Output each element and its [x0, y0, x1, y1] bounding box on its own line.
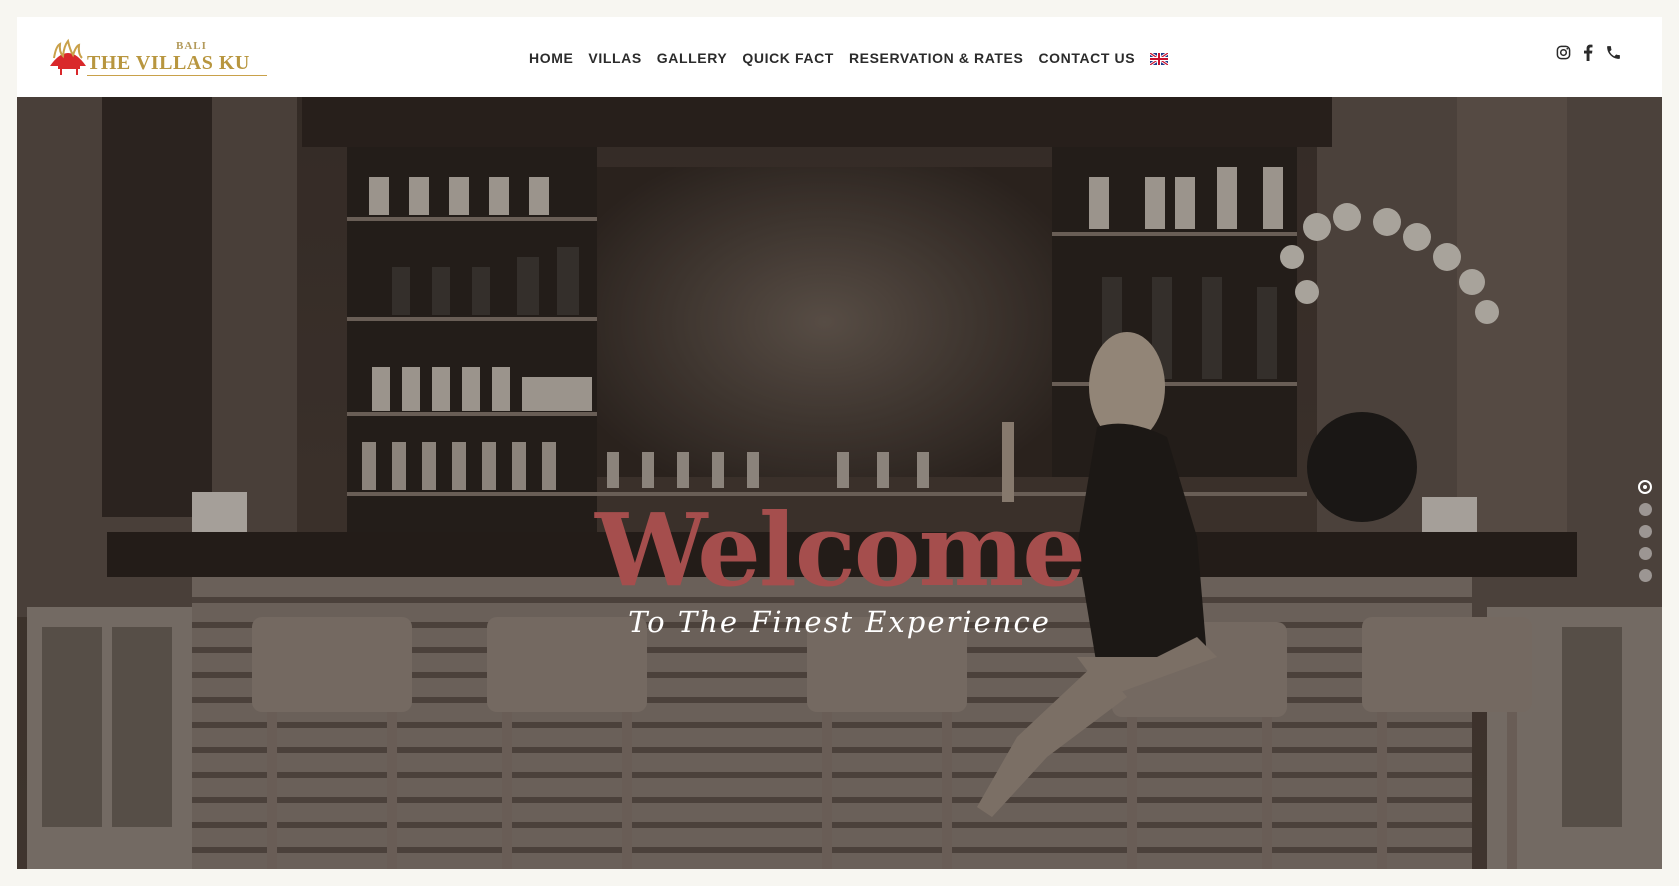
- slide-dot-3[interactable]: [1639, 525, 1652, 538]
- logo-underline: [87, 75, 267, 76]
- hero-title: Welcome: [595, 491, 1086, 609]
- uk-flag-icon[interactable]: [1149, 51, 1170, 67]
- main-nav: HOME VILLAS GALLERY QUICK FACT RESERVATI…: [529, 48, 1170, 68]
- phone-icon[interactable]: [1605, 44, 1622, 66]
- nav-contact-us[interactable]: CONTACT US: [1038, 50, 1135, 66]
- site-header: BALI THE VILLAS KU HOME VILLAS GALLERY Q…: [17, 17, 1662, 97]
- nav-villas[interactable]: VILLAS: [588, 50, 641, 66]
- umbrella-logo-icon: [50, 38, 86, 75]
- nav-home[interactable]: HOME: [529, 50, 573, 66]
- nav-gallery[interactable]: GALLERY: [657, 50, 728, 66]
- page-frame: BALI THE VILLAS KU HOME VILLAS GALLERY Q…: [17, 17, 1662, 869]
- logo-title: THE VILLAS KU: [87, 52, 250, 74]
- logo-subtitle: BALI: [176, 40, 207, 52]
- slide-dot-5[interactable]: [1639, 569, 1652, 582]
- social-links: [1544, 44, 1622, 66]
- slide-dot-1[interactable]: [1638, 480, 1652, 494]
- instagram-icon[interactable]: [1556, 45, 1571, 65]
- nav-quick-fact[interactable]: QUICK FACT: [742, 50, 834, 66]
- hero-background-image: [17, 97, 1662, 869]
- nav-reservation-rates[interactable]: RESERVATION & RATES: [849, 50, 1024, 66]
- site-logo[interactable]: BALI THE VILLAS KU: [46, 36, 267, 80]
- slider-pagination: [1638, 480, 1654, 591]
- hero-subtitle: To The Finest Experience: [628, 605, 1051, 639]
- slide-dot-2[interactable]: [1639, 503, 1652, 516]
- facebook-icon[interactable]: [1583, 44, 1593, 66]
- hero-slider: Welcome To The Finest Experience: [17, 97, 1662, 869]
- slide-dot-4[interactable]: [1639, 547, 1652, 560]
